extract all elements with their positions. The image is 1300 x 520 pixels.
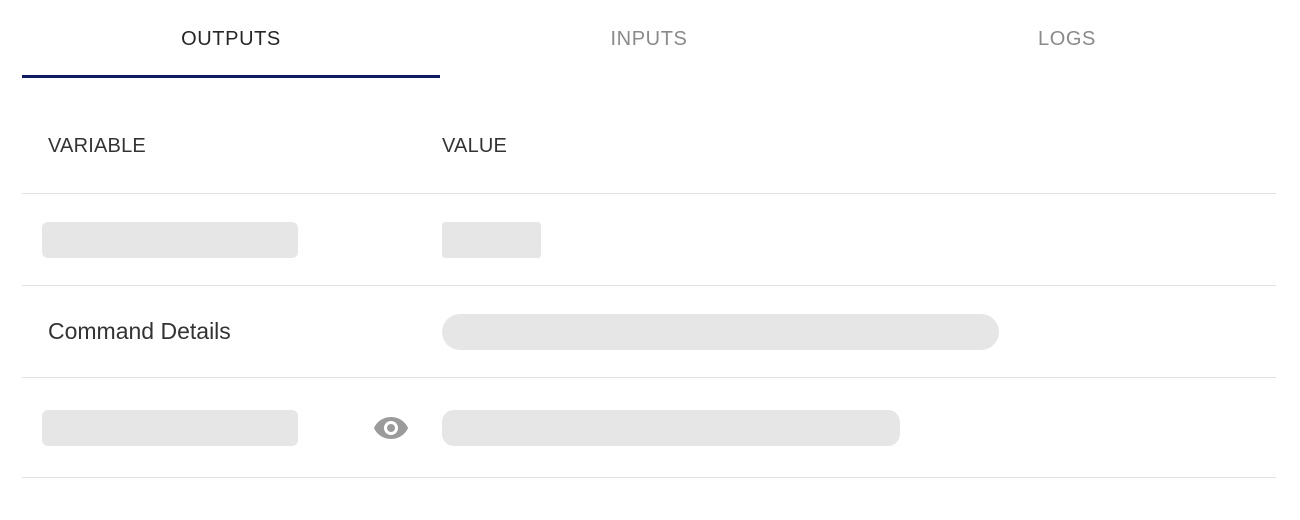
variable-loading-placeholder [42, 409, 298, 446]
value-cell [442, 221, 1276, 258]
table-header: VARIABLE VALUE [22, 100, 1276, 194]
variable-cell [22, 409, 442, 446]
tab-logs[interactable]: LOGS [858, 0, 1276, 78]
value-loading-placeholder [442, 409, 900, 446]
outputs-panel: OUTPUTS INPUTS LOGS VARIABLE VALUE Comma… [0, 0, 1300, 520]
eye-icon[interactable] [372, 415, 410, 441]
table-row [22, 194, 1276, 286]
table-row [22, 378, 1276, 478]
table-row: Command Details [22, 286, 1276, 378]
value-cell [442, 409, 1276, 446]
value-cell [442, 313, 1276, 350]
variable-column-header: VARIABLE [48, 135, 146, 157]
tab-bar: OUTPUTS INPUTS LOGS [22, 0, 1276, 78]
variables-table: VARIABLE VALUE Command Details [22, 100, 1276, 478]
variable-loading-placeholder [42, 221, 298, 258]
tab-logs-label: LOGS [1038, 27, 1096, 50]
variable-cell: Command Details [48, 318, 231, 344]
value-column-header: VALUE [442, 135, 508, 157]
variable-cell [22, 221, 442, 258]
value-loading-placeholder [442, 313, 999, 350]
tab-inputs[interactable]: INPUTS [440, 0, 858, 78]
tab-inputs-label: INPUTS [610, 27, 688, 50]
tab-outputs-label: OUTPUTS [181, 27, 281, 50]
tab-outputs[interactable]: OUTPUTS [22, 0, 440, 78]
value-loading-placeholder [442, 221, 541, 258]
